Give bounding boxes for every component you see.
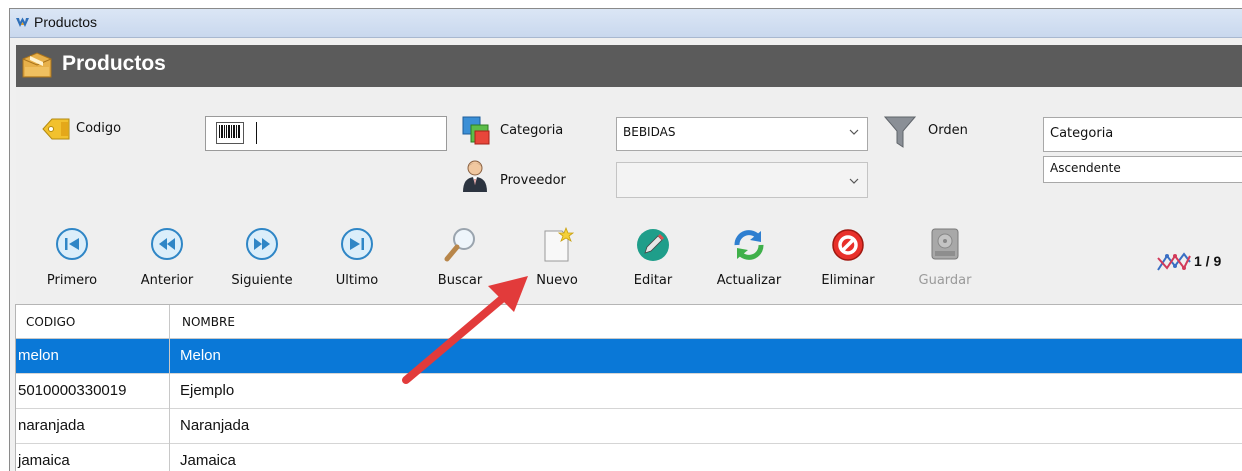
orden-label: Orden [928, 123, 968, 138]
cell-codigo: melon [18, 347, 59, 364]
column-divider [169, 305, 170, 471]
ultimo-label: Ultimo [335, 273, 379, 288]
filter-funnel-icon [883, 115, 917, 153]
pencil-icon [635, 227, 671, 267]
chevron-down-icon [849, 178, 859, 184]
new-document-icon [540, 226, 575, 267]
box-icon [21, 51, 53, 85]
refresh-icon [731, 227, 767, 267]
cell-codigo: naranjada [18, 417, 85, 434]
magnifier-icon [443, 227, 477, 267]
primero-button[interactable]: Primero [32, 210, 112, 298]
proveedor-select[interactable] [616, 162, 868, 198]
primero-label: Primero [46, 273, 98, 288]
cell-nombre: Melon [180, 347, 221, 364]
buscar-button[interactable]: Buscar [420, 210, 500, 298]
form-header: Productos [16, 45, 1242, 87]
cell-codigo: jamaica [18, 452, 70, 469]
last-record-icon [340, 227, 374, 265]
table-row[interactable]: 5010000330019 Ejemplo [16, 374, 1242, 409]
text-caret [256, 122, 257, 144]
anterior-button[interactable]: Anterior [127, 210, 207, 298]
orden-direction-select[interactable]: Ascendente [1043, 156, 1242, 183]
categories-icon [461, 115, 493, 151]
buscar-label: Buscar [437, 273, 483, 288]
record-toolbar: Primero Anterior Siguiente Ultimo Buscar… [16, 204, 1242, 304]
actualizar-button[interactable]: Actualizar [709, 210, 789, 298]
table-row[interactable]: jamaica Jamaica [16, 444, 1242, 471]
chart-trend-icon [1156, 250, 1192, 278]
cell-nombre: Ejemplo [180, 382, 235, 399]
guardar-label: Guardar [918, 273, 972, 288]
nuevo-label: Nuevo [536, 273, 578, 288]
pager-text: 1 / 9 [1194, 253, 1222, 269]
eliminar-button[interactable]: Eliminar [808, 210, 888, 298]
window-titlebar[interactable]: Productos [10, 9, 1242, 38]
codigo-label: Codigo [76, 121, 122, 136]
orden-direction-value: Ascendente [1050, 161, 1121, 175]
first-record-icon [55, 227, 89, 265]
products-table: CODIGO NOMBRE melon Melon 5010000330019 … [15, 304, 1242, 471]
proveedor-label: Proveedor [500, 173, 566, 188]
column-header-nombre[interactable]: NOMBRE [182, 315, 235, 329]
column-header-codigo[interactable]: CODIGO [26, 315, 75, 329]
delete-icon [830, 227, 866, 267]
siguiente-button[interactable]: Siguiente [222, 210, 302, 298]
orden-field-select[interactable]: Categoria [1043, 117, 1242, 152]
barcode-icon [216, 122, 244, 148]
cell-nombre: Naranjada [180, 417, 250, 434]
table-header: CODIGO NOMBRE [16, 305, 1242, 339]
cell-nombre: Jamaica [180, 452, 236, 469]
siguiente-label: Siguiente [231, 273, 293, 288]
actualizar-label: Actualizar [716, 273, 782, 288]
anterior-label: Anterior [140, 273, 194, 288]
nuevo-button[interactable]: Nuevo [517, 210, 597, 298]
app-logo-icon [15, 16, 30, 33]
categoria-select[interactable]: BEBIDAS [616, 117, 868, 151]
cell-codigo: 5010000330019 [18, 382, 127, 399]
orden-field-value: Categoria [1050, 126, 1114, 141]
window-title: Productos [34, 14, 98, 30]
header-title: Productos [62, 52, 166, 75]
editar-label: Editar [633, 273, 673, 288]
table-row[interactable]: naranjada Naranjada [16, 409, 1242, 444]
categoria-label: Categoria [500, 123, 564, 138]
chevron-down-icon [849, 129, 859, 135]
ultimo-button[interactable]: Ultimo [317, 210, 397, 298]
table-row[interactable]: melon Melon [16, 339, 1242, 374]
categoria-value: BEBIDAS [623, 125, 676, 139]
eliminar-label: Eliminar [821, 273, 875, 288]
previous-record-icon [150, 227, 184, 265]
save-disk-icon [929, 227, 961, 265]
next-record-icon [245, 227, 279, 265]
codigo-input[interactable] [205, 116, 447, 151]
guardar-button[interactable]: Guardar [905, 210, 985, 298]
person-icon [461, 159, 489, 197]
editar-button[interactable]: Editar [613, 210, 693, 298]
tag-icon [41, 116, 71, 146]
filter-form: Codigo Categoria BEBIDAS Proveedor Orden… [16, 87, 1242, 204]
